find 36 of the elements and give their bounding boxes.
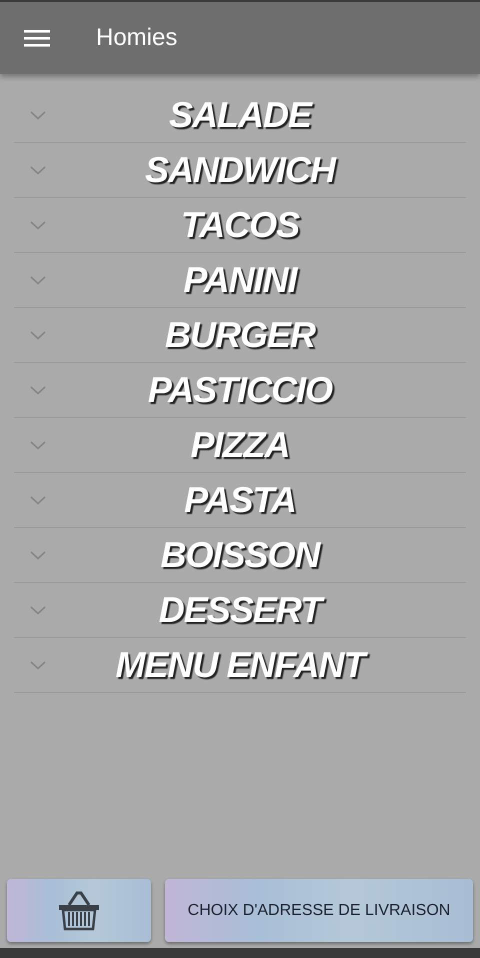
category-row[interactable]: PIZZA	[14, 418, 466, 473]
chevron-down-icon	[30, 661, 46, 670]
category-row[interactable]: SANDWICH	[14, 143, 466, 198]
category-label: PASTICCIO	[148, 369, 332, 411]
category-label: SANDWICH	[145, 149, 335, 191]
chevron-down-icon	[30, 496, 46, 505]
category-label: PIZZA	[190, 424, 290, 466]
category-row[interactable]: BURGER	[14, 308, 466, 363]
category-row[interactable]: PASTICCIO	[14, 363, 466, 418]
category-row[interactable]: PANINI	[14, 253, 466, 308]
category-row[interactable]: TACOS	[14, 198, 466, 253]
category-row[interactable]: MENU ENFANT	[14, 638, 466, 693]
chevron-down-icon	[30, 166, 46, 175]
category-row[interactable]: SALADE	[14, 88, 466, 143]
delivery-address-button[interactable]: CHOIX D'ADRESSE DE LIVRAISON	[165, 879, 473, 942]
chevron-down-icon	[30, 276, 46, 285]
category-label: BURGER	[164, 314, 315, 356]
chevron-down-icon	[30, 221, 46, 230]
category-row[interactable]: DESSERT	[14, 583, 466, 638]
category-label: PASTA	[184, 479, 296, 521]
chevron-down-icon	[30, 111, 46, 120]
category-row[interactable]: BOISSON	[14, 528, 466, 583]
chevron-down-icon	[30, 331, 46, 340]
chevron-down-icon	[30, 551, 46, 560]
basket-icon	[57, 890, 101, 930]
category-label: TACOS	[180, 204, 300, 246]
category-label: PANINI	[183, 259, 297, 301]
category-row[interactable]: PASTA	[14, 473, 466, 528]
category-label: BOISSON	[160, 534, 320, 576]
basket-button[interactable]	[7, 879, 151, 942]
app-title: Homies	[96, 24, 178, 52]
menu-icon[interactable]	[24, 28, 50, 48]
category-label: SALADE	[168, 94, 311, 136]
chevron-down-icon	[30, 386, 46, 395]
chevron-down-icon	[30, 606, 46, 615]
chevron-down-icon	[30, 441, 46, 450]
